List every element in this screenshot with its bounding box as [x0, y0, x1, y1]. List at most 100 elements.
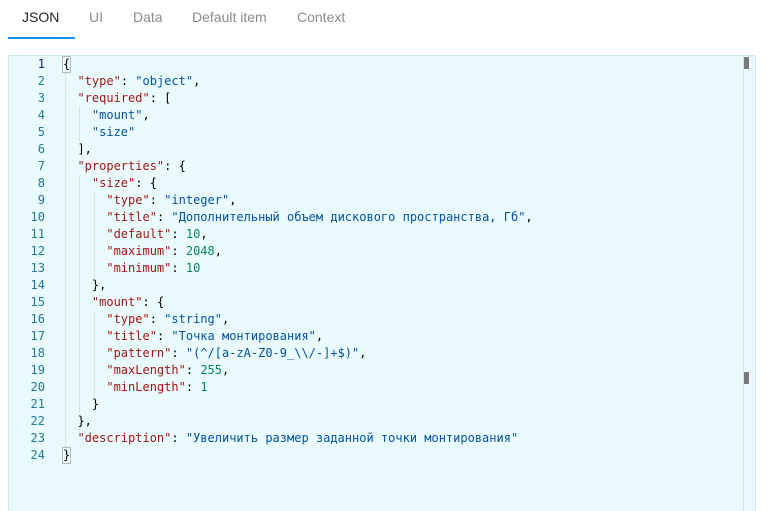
- code-line[interactable]: "minimum": 10: [63, 260, 200, 277]
- indent-guide: [93, 260, 95, 277]
- line-number: 17: [30, 329, 45, 343]
- json-code-editor[interactable]: 1 2 3 4 5 6 7 8 9 10 11 12 13 14 15 16 17 18 19 20 21 22 23 24 …: [8, 55, 756, 511]
- code-line[interactable]: "minLength": 1: [63, 379, 207, 396]
- line-number: 14: [30, 278, 45, 292]
- indent-guide: [65, 209, 66, 226]
- line-number: 10: [30, 210, 45, 224]
- line-number: 15: [30, 295, 45, 309]
- indent-guide: [79, 362, 81, 379]
- code-line[interactable]: "maximum": 2048,: [63, 243, 222, 260]
- code-line[interactable]: "mount": {: [63, 294, 164, 311]
- tab-bar: JSON UI Data Default item Context: [0, 0, 777, 40]
- indent-guide: [65, 294, 66, 311]
- indent-guide: [79, 328, 81, 345]
- indent-guide: [65, 413, 66, 430]
- code-line[interactable]: "required": [: [63, 90, 171, 107]
- code-line[interactable]: }: [63, 396, 99, 413]
- code-line[interactable]: "properties": {: [63, 158, 185, 175]
- line-number: 20: [30, 380, 45, 394]
- tab-default-item[interactable]: Default item: [192, 9, 267, 25]
- code-line[interactable]: "pattern": "(^/[a-zA-Z0-9_\\/-]+$)",: [63, 345, 366, 362]
- indent-guide: [93, 362, 95, 379]
- active-tab-indicator: [8, 37, 75, 39]
- tab-data[interactable]: Data: [133, 9, 163, 25]
- indent-guide: [79, 345, 81, 362]
- code-line[interactable]: },: [63, 277, 106, 294]
- code-area[interactable]: { "type": "object", "required": [ "mount…: [62, 56, 739, 511]
- indent-guide: [93, 311, 95, 328]
- bracket-match-highlight: [62, 56, 72, 73]
- indent-guide: [65, 277, 66, 294]
- code-line[interactable]: "maxLength": 255,: [63, 362, 229, 379]
- vertical-scrollbar[interactable]: [743, 56, 755, 511]
- indent-guide: [65, 362, 66, 379]
- line-number: 6: [37, 142, 45, 156]
- indent-guide: [93, 192, 95, 209]
- indent-guide: [93, 379, 95, 396]
- tab-ui[interactable]: UI: [89, 9, 103, 25]
- code-line[interactable]: "type": "integer",: [63, 192, 236, 209]
- line-number: 23: [30, 431, 45, 445]
- tab-json[interactable]: JSON: [22, 9, 59, 25]
- indent-guide: [65, 311, 66, 328]
- line-number: 8: [37, 176, 45, 190]
- line-number: 1: [37, 57, 45, 71]
- line-number: 4: [37, 108, 45, 122]
- line-number: 3: [37, 91, 45, 105]
- scrollbar-thumb[interactable]: [744, 372, 749, 384]
- tab-context[interactable]: Context: [297, 9, 345, 25]
- code-line[interactable]: "title": "Дополнительный объем дискового…: [63, 209, 532, 226]
- indent-guide: [93, 243, 95, 260]
- indent-guide: [65, 396, 66, 413]
- line-number: 22: [30, 414, 45, 428]
- indent-guide: [65, 158, 66, 175]
- code-line[interactable]: "size": [63, 124, 135, 141]
- indent-guide: [93, 209, 95, 226]
- indent-guide: [65, 260, 66, 277]
- code-line[interactable]: "size": {: [63, 175, 157, 192]
- line-number: 9: [37, 193, 45, 207]
- code-line[interactable]: "type": "string",: [63, 311, 229, 328]
- indent-guide: [93, 328, 95, 345]
- indent-guide: [79, 260, 81, 277]
- indent-guide: [65, 141, 66, 158]
- indent-guide: [65, 243, 66, 260]
- code-line[interactable]: "default": 10,: [63, 226, 207, 243]
- code-line[interactable]: "type": "object",: [63, 73, 200, 90]
- indent-guide: [93, 226, 95, 243]
- indent-guide: [79, 192, 81, 209]
- indent-guide: [65, 175, 66, 192]
- code-line[interactable]: ],: [63, 141, 91, 158]
- line-number: 16: [30, 312, 45, 326]
- line-number: 21: [30, 397, 45, 411]
- indent-guide: [65, 379, 66, 396]
- scrollbar-top-marker: [744, 57, 749, 69]
- indent-guide: [65, 328, 66, 345]
- line-number: 2: [37, 74, 45, 88]
- bracket-match-highlight: [62, 447, 72, 464]
- code-line[interactable]: "title": "Точка монтирования",: [63, 328, 323, 345]
- code-line[interactable]: },: [63, 413, 91, 430]
- indent-guide: [79, 277, 81, 294]
- code-line[interactable]: "description": "Увеличить размер заданно…: [63, 430, 518, 447]
- indent-guide: [65, 73, 66, 90]
- line-number: 11: [30, 227, 45, 241]
- indent-guide: [79, 175, 81, 192]
- indent-guide: [79, 124, 81, 141]
- indent-guide: [79, 226, 81, 243]
- line-number: 18: [30, 346, 45, 360]
- indent-guide: [93, 345, 95, 362]
- indent-guide: [65, 107, 66, 124]
- line-number-gutter: 1 2 3 4 5 6 7 8 9 10 11 12 13 14 15 16 17 18 19 20 21 22 23 24: [9, 56, 49, 511]
- indent-guide: [65, 90, 66, 107]
- indent-guide: [79, 379, 81, 396]
- indent-guide: [79, 311, 81, 328]
- indent-guide: [79, 209, 81, 226]
- indent-guide: [79, 107, 81, 124]
- line-number: 7: [37, 159, 45, 173]
- code-line[interactable]: "mount",: [63, 107, 150, 124]
- indent-guide: [79, 243, 81, 260]
- line-number: 24: [30, 448, 45, 462]
- line-number: 19: [30, 363, 45, 377]
- indent-guide: [79, 294, 81, 311]
